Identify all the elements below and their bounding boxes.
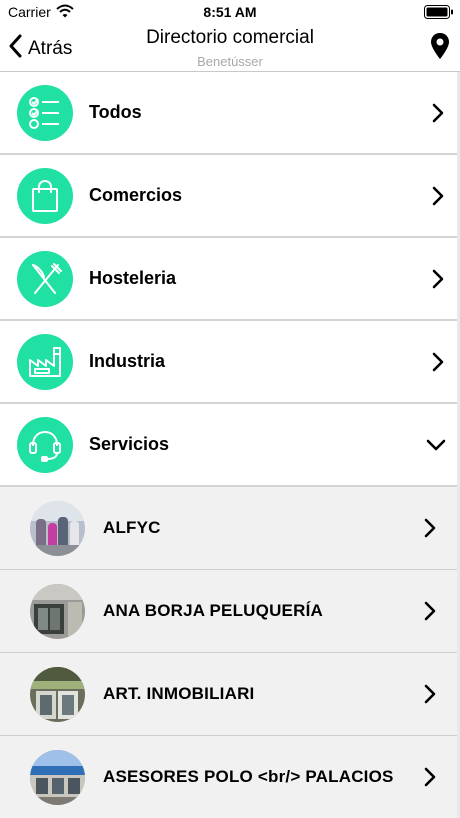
category-list: Todos Comercios Hosteleria Industria Ser… [0,72,460,818]
category-row-industria[interactable]: Industria [0,321,460,404]
category-label: Todos [89,102,142,122]
chevron-right-icon [424,518,436,543]
navigation-bar: Atrás Directorio comercial Benetússer [0,24,460,72]
chevron-right-icon [432,186,444,211]
chevron-down-icon [426,438,446,456]
business-row[interactable]: ALFYC [0,487,460,570]
category-label: Industria [89,351,166,371]
business-name: ASESORES POLO <br/> PALACIOS [103,767,394,786]
map-location-button[interactable] [430,32,450,65]
category-label: Servicios [89,434,170,454]
chevron-right-icon [424,767,436,792]
category-row-hosteleria[interactable]: Hosteleria [0,238,460,321]
chevron-right-icon [432,103,444,128]
business-photo [30,584,85,639]
page-title: Directorio comercial [146,27,314,48]
business-photo [30,667,85,722]
battery-icon [424,5,454,24]
business-photo [30,501,85,556]
chevron-right-icon [424,601,436,626]
chevron-right-icon [432,269,444,294]
category-label: Comercios [89,185,183,205]
category-row-servicios[interactable]: Servicios [0,404,460,487]
business-row[interactable]: ART. INMOBILIARI [0,653,460,736]
business-row[interactable]: ASESORES POLO <br/> PALACIOS [0,736,460,818]
page-subtitle: Benetússer [197,54,263,69]
category-label: Hosteleria [89,268,177,288]
business-photo [30,750,85,805]
business-name: ANA BORJA PELUQUERÍA [103,601,323,620]
shopping-bag-icon [17,168,73,224]
chevron-right-icon [424,684,436,709]
map-pin-icon [430,33,450,64]
business-name: ALFYC [103,518,161,537]
category-row-todos[interactable]: Todos [0,72,460,155]
chevron-right-icon [432,352,444,377]
checklist-icon [17,85,73,141]
status-bar: Carrier 8:51 AM [0,0,460,24]
factory-icon [17,334,73,390]
fork-knife-icon [17,251,73,307]
headset-icon [17,417,73,473]
clock: 8:51 AM [203,4,257,20]
business-name: ART. INMOBILIARI [103,684,255,703]
category-row-comercios[interactable]: Comercios [0,155,460,238]
business-row[interactable]: ANA BORJA PELUQUERÍA [0,570,460,653]
